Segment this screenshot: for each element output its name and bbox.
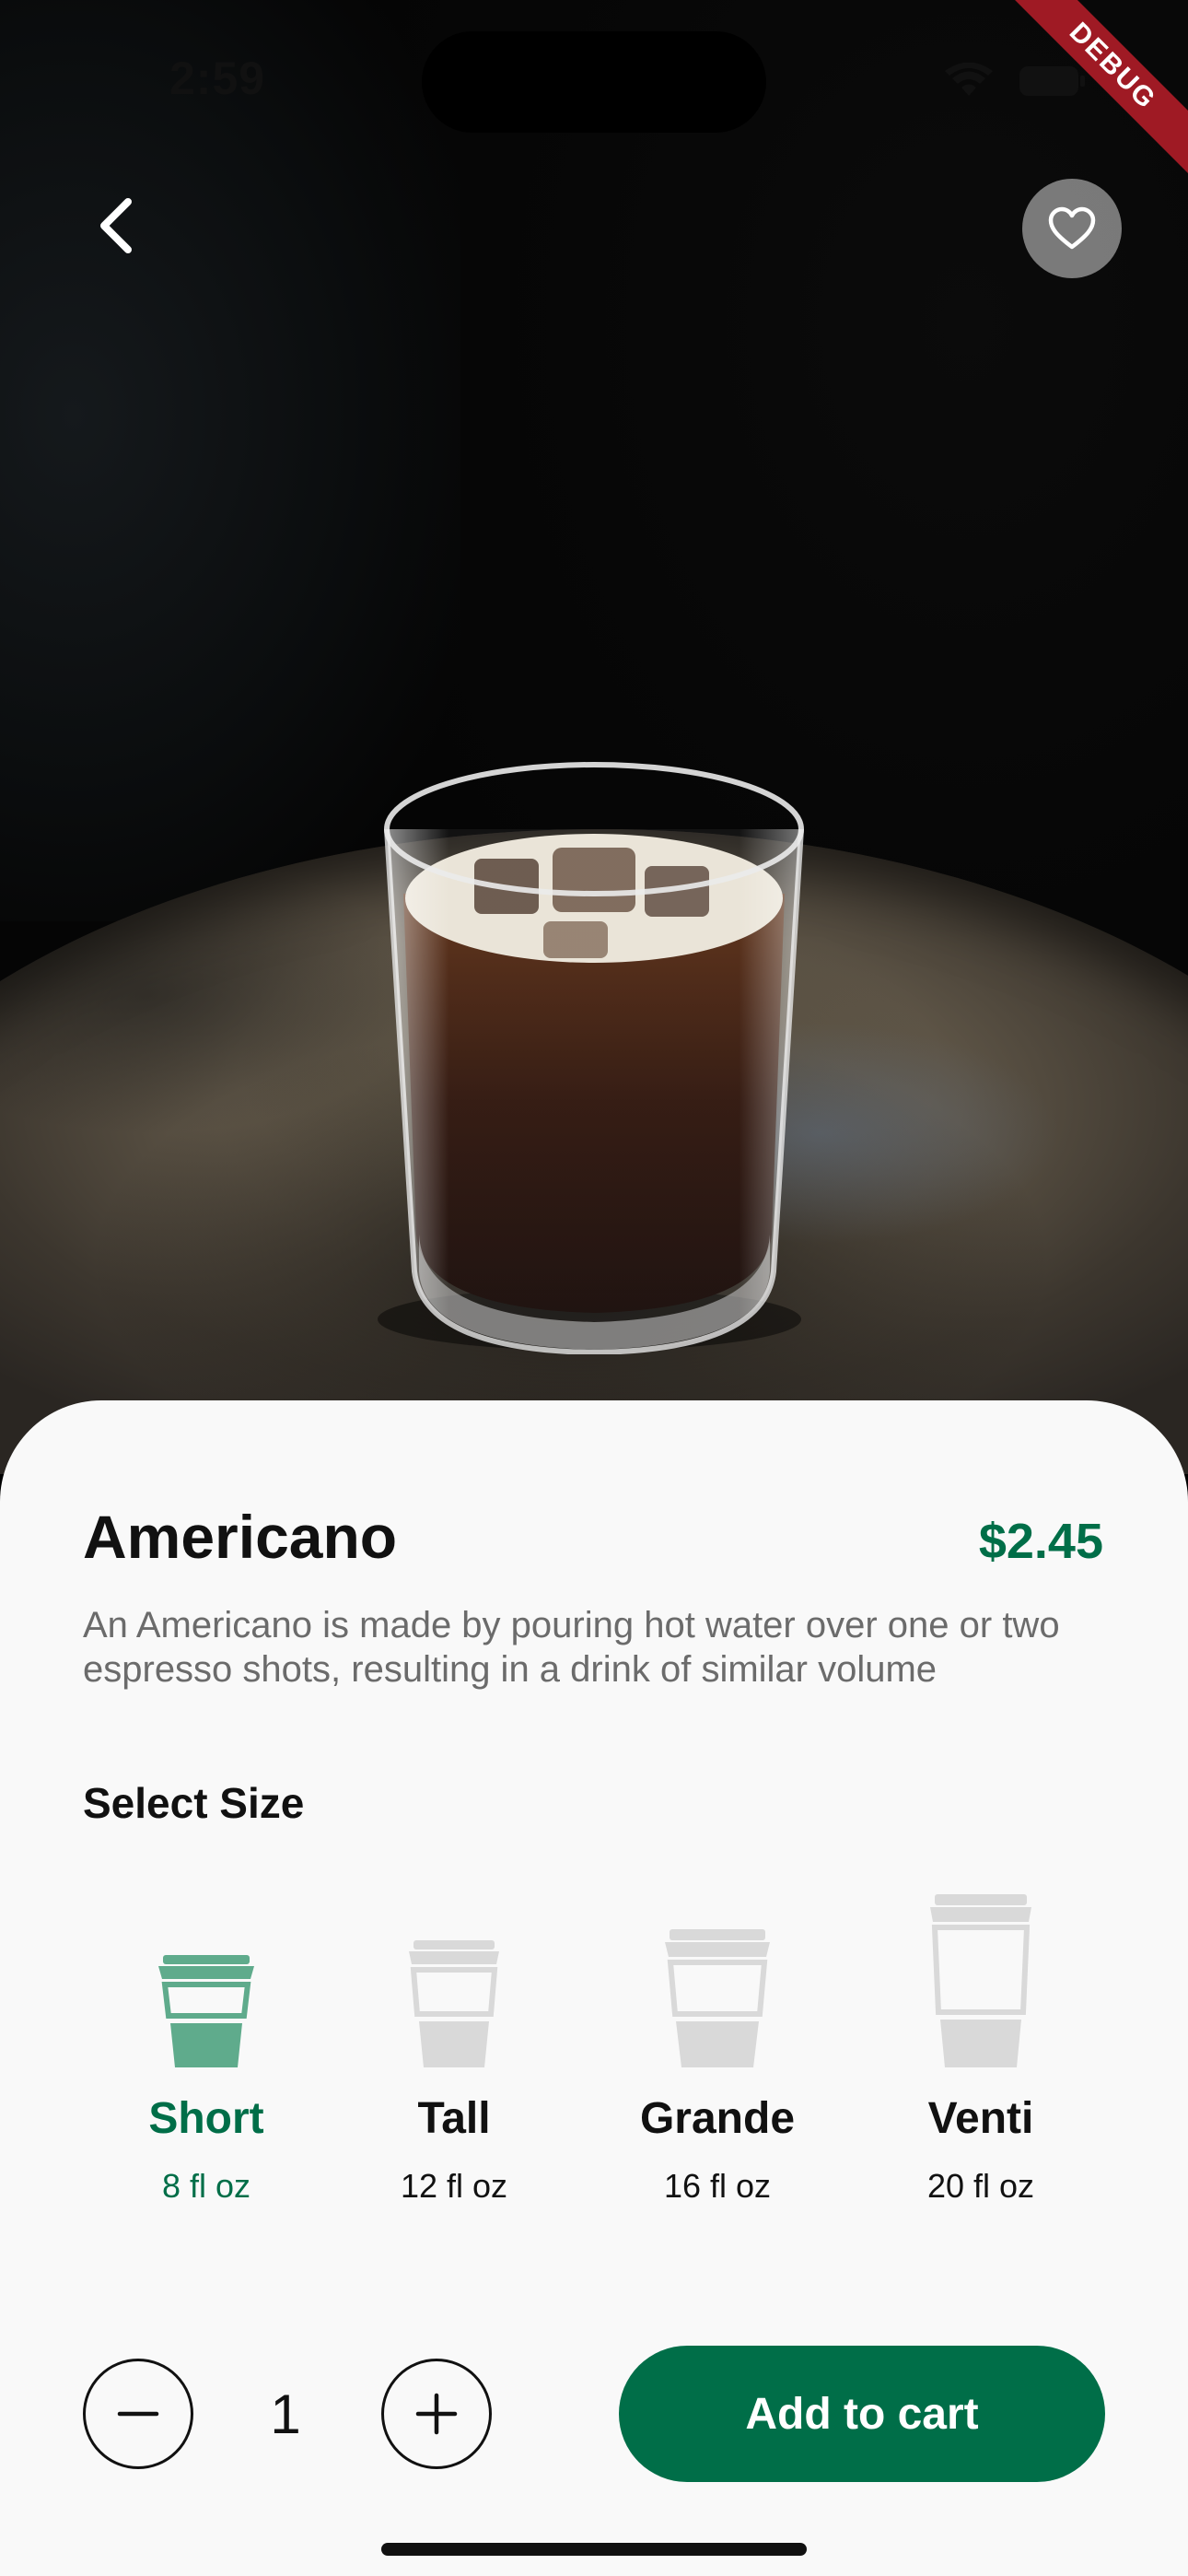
chevron-left-icon: [100, 198, 132, 253]
product-price: $2.45: [978, 1514, 1103, 1569]
coffee-cup-grande-icon: [665, 1929, 770, 2067]
increase-quantity-button[interactable]: [381, 2359, 492, 2469]
size-volume-tall: 12 fl oz: [400, 2167, 508, 2205]
add-to-cart-button[interactable]: Add to cart: [619, 2346, 1105, 2482]
plus-icon: [415, 2393, 458, 2435]
size-name-grande: Grande: [639, 2094, 796, 2143]
size-volume-venti: 20 fl oz: [926, 2167, 1035, 2205]
decrease-quantity-button[interactable]: [83, 2359, 193, 2469]
coffee-cup-tall-icon: [409, 1940, 499, 2067]
minus-icon: [117, 2411, 159, 2417]
size-name-short: Short: [148, 2094, 264, 2143]
dynamic-island: [422, 31, 766, 133]
status-time: 2:59: [169, 53, 266, 104]
iced-coffee-glass-illustration: [378, 762, 804, 1354]
select-size-title: Select Size: [83, 1779, 305, 1827]
size-option-short[interactable]: Short 8 fl oz: [105, 1879, 308, 2211]
wifi-icon: [945, 63, 993, 96]
size-option-grande[interactable]: Grande 16 fl oz: [616, 1879, 819, 2211]
back-button[interactable]: [74, 184, 157, 267]
product-name: Americano: [83, 1503, 398, 1571]
product-description: An Americano is made by pouring hot wate…: [83, 1605, 1060, 1690]
status-icons: [943, 63, 1087, 100]
size-name-venti: Venti: [927, 2094, 1034, 2143]
coffee-cup-short-icon: [158, 1955, 254, 2067]
home-indicator[interactable]: [381, 2543, 807, 2556]
size-option-tall[interactable]: Tall 12 fl oz: [353, 1879, 555, 2211]
coffee-cup-venti-icon: [930, 1894, 1031, 2067]
size-volume-short: 8 fl oz: [161, 2167, 251, 2205]
heart-outline-icon: [1048, 206, 1096, 250]
battery-icon: [1019, 66, 1085, 96]
size-option-venti[interactable]: Venti 20 fl oz: [879, 1879, 1082, 2211]
size-volume-grande: 16 fl oz: [663, 2167, 772, 2205]
size-name-tall: Tall: [417, 2094, 491, 2143]
product-photo: [0, 0, 1188, 1474]
quantity-value: 1: [270, 2383, 301, 2445]
favorite-button[interactable]: [1022, 179, 1122, 278]
